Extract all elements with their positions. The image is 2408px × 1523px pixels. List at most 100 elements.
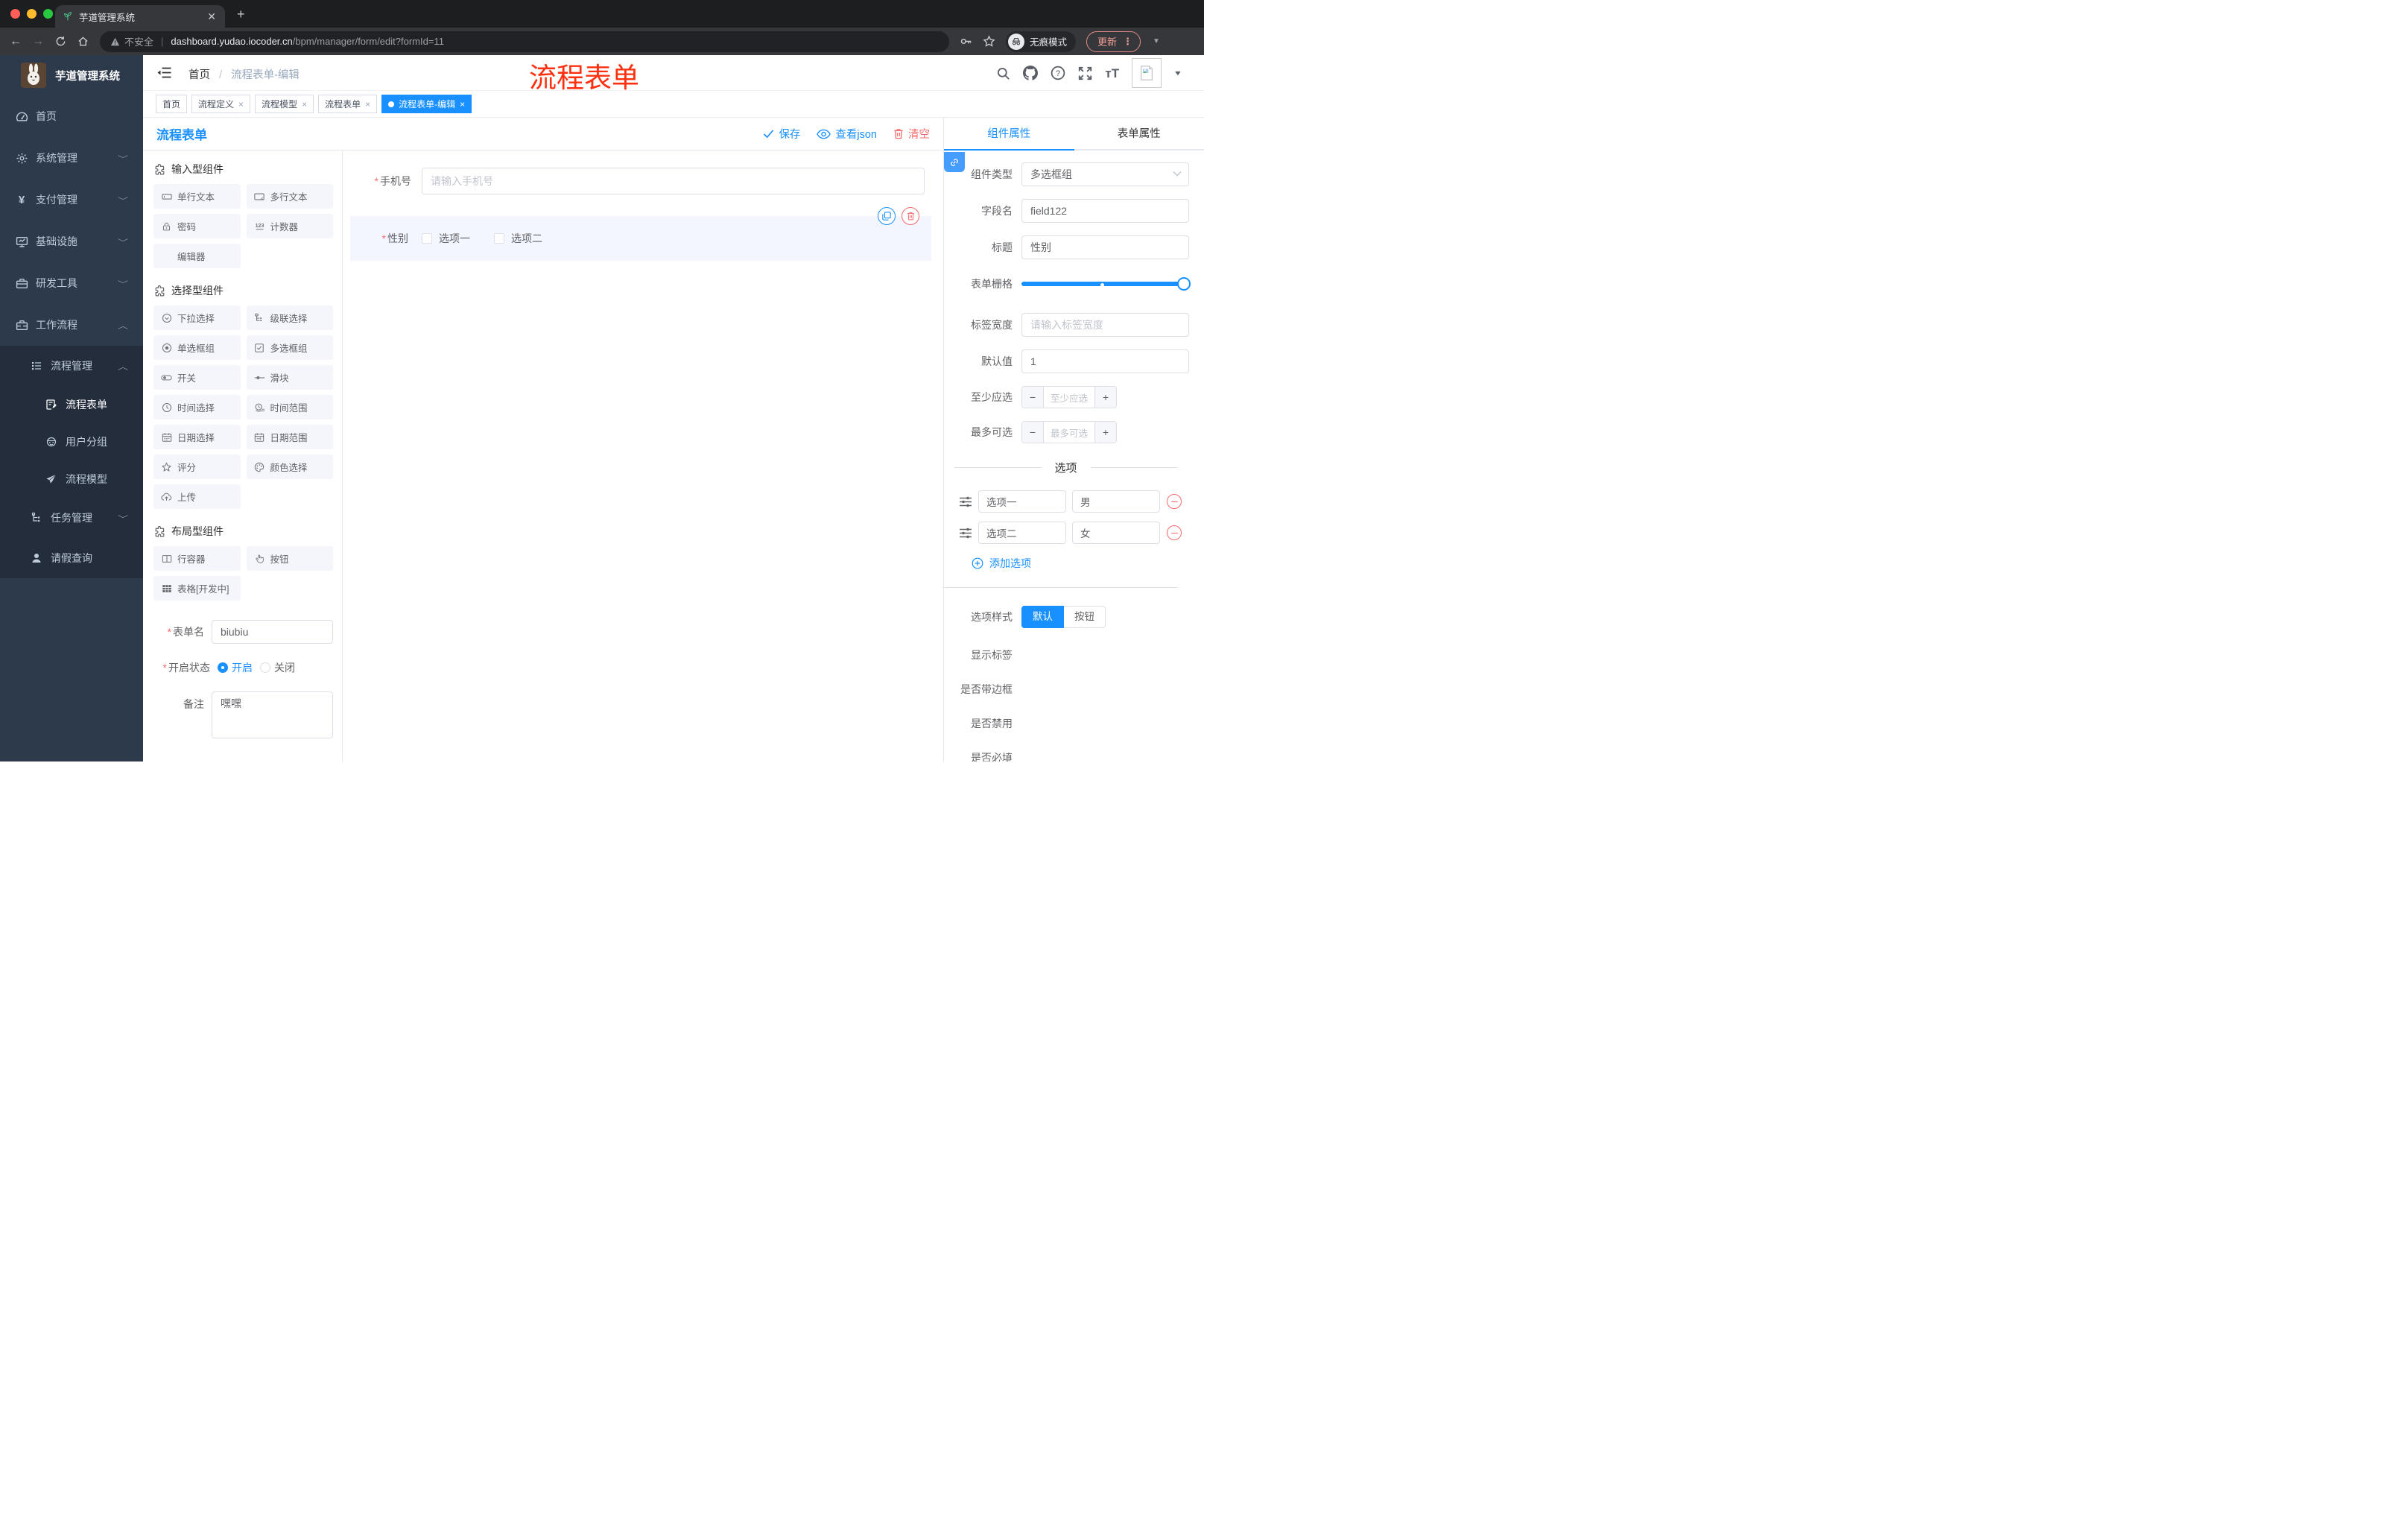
tag-close-icon[interactable]: ×: [302, 99, 307, 110]
user-avatar[interactable]: [1132, 58, 1162, 88]
palette-item-time-range[interactable]: 时间范围: [246, 395, 333, 419]
macos-traffic-lights[interactable]: [10, 9, 53, 19]
palette-item-time-picker[interactable]: 时间选择: [153, 395, 241, 419]
default-value-input[interactable]: [1021, 349, 1189, 373]
slider-handle[interactable]: [1177, 277, 1191, 291]
form-grid-slider[interactable]: [1021, 272, 1191, 296]
field-name-input[interactable]: [1021, 199, 1189, 223]
gender-checkbox-option1[interactable]: 选项一: [422, 231, 470, 246]
minimize-window-button[interactable]: [27, 9, 37, 19]
drag-handle-icon[interactable]: [959, 527, 972, 539]
palette-item-upload[interactable]: 上传: [153, 484, 241, 509]
palette-item-counter[interactable]: 123 计数器: [246, 214, 333, 238]
tag-process-form-edit[interactable]: 流程表单-编辑 ×: [381, 95, 472, 113]
password-key-icon[interactable]: [960, 35, 972, 48]
sidebar-item-leave-query[interactable]: 请假查询: [0, 538, 143, 578]
palette-item-password[interactable]: 密码: [153, 214, 241, 238]
form-remark-textarea[interactable]: 嘿嘿: [212, 691, 333, 738]
option-value-input[interactable]: [1072, 522, 1160, 544]
palette-item-date-range[interactable]: 日期范围: [246, 425, 333, 449]
stepper-minus-button[interactable]: −: [1022, 387, 1044, 408]
style-default-button[interactable]: 默认: [1021, 606, 1064, 628]
sidebar-item-user-group[interactable]: 用户分组: [0, 423, 143, 460]
canvas-field-phone[interactable]: * 手机号: [343, 168, 925, 194]
palette-item-cascader[interactable]: 级联选择: [246, 305, 333, 330]
sidebar-item-process-model[interactable]: 流程模型: [0, 460, 143, 498]
tab-component-props[interactable]: 组件属性: [944, 118, 1074, 151]
palette-item-editor[interactable]: 编辑器: [153, 244, 241, 268]
link-tab[interactable]: [944, 152, 965, 172]
collapse-sidebar-icon[interactable]: [157, 66, 171, 79]
url-bar[interactable]: 不安全 | dashboard.yudao.iocoder.cn/bpm/man…: [100, 31, 949, 52]
add-option-button[interactable]: 添加选项: [972, 556, 1189, 571]
maximize-window-button[interactable]: [43, 9, 53, 19]
remove-option-button[interactable]: [1167, 525, 1182, 540]
reload-icon[interactable]: [49, 36, 72, 47]
bookmark-star-icon[interactable]: [983, 35, 995, 48]
gender-checkbox-option2[interactable]: 选项二: [494, 231, 542, 246]
browser-menu-icon[interactable]: ⋮: [1123, 36, 1132, 48]
component-type-select[interactable]: [1021, 162, 1189, 186]
tab-close-icon[interactable]: ✕: [206, 10, 218, 23]
tag-home[interactable]: 首页: [156, 95, 188, 113]
palette-item-radio-group[interactable]: 单选框组: [153, 335, 241, 360]
palette-item-row-container[interactable]: 行容器: [153, 546, 241, 571]
canvas-field-gender-selected[interactable]: * 性别 选项一 选项二: [350, 207, 931, 261]
phone-input[interactable]: [422, 168, 925, 194]
help-icon[interactable]: ?: [1051, 66, 1065, 80]
option-value-input[interactable]: [1072, 490, 1160, 513]
status-radio-open[interactable]: 开启: [218, 660, 253, 675]
palette-item-slider[interactable]: 滑块: [246, 365, 333, 390]
save-button[interactable]: 保存: [763, 126, 800, 142]
close-window-button[interactable]: [10, 9, 20, 19]
browser-caret-icon[interactable]: ▼: [1153, 37, 1160, 45]
user-menu-caret-icon[interactable]: ▼: [1173, 69, 1183, 77]
fullscreen-icon[interactable]: [1078, 66, 1092, 80]
stepper-plus-button[interactable]: +: [1094, 422, 1116, 443]
style-button-button[interactable]: 按钮: [1064, 606, 1106, 628]
palette-item-button[interactable]: 按钮: [246, 546, 333, 571]
sidebar-item-task-mgmt[interactable]: 任务管理 ﹀: [0, 498, 143, 538]
breadcrumb-home[interactable]: 首页: [188, 69, 210, 81]
sidebar-item-devtools[interactable]: 研发工具 ﹀: [0, 262, 143, 304]
sidebar-item-payment[interactable]: ¥ 支付管理 ﹀: [0, 179, 143, 221]
label-width-input[interactable]: [1021, 313, 1189, 337]
view-json-button[interactable]: 查看json: [817, 126, 877, 142]
option-label-input[interactable]: [978, 522, 1066, 544]
palette-item-table[interactable]: 表格[开发中]: [153, 576, 241, 601]
copy-field-button[interactable]: [878, 207, 896, 225]
stepper-plus-button[interactable]: +: [1094, 387, 1116, 408]
browser-tab[interactable]: 芋道管理系统 ✕: [55, 5, 225, 28]
sidebar-item-process-form[interactable]: 流程表单: [0, 386, 143, 423]
sidebar-item-workflow[interactable]: 工作流程 ︿: [0, 304, 143, 346]
remove-option-button[interactable]: [1167, 494, 1182, 509]
palette-item-dropdown[interactable]: 下拉选择: [153, 305, 241, 330]
status-radio-closed[interactable]: 关闭: [260, 660, 295, 675]
home-icon[interactable]: [72, 36, 94, 47]
tab-form-props[interactable]: 表单属性: [1074, 118, 1205, 151]
tag-close-icon[interactable]: ×: [365, 99, 370, 110]
tag-process-form[interactable]: 流程表单 ×: [318, 95, 378, 113]
option-label-input[interactable]: [978, 490, 1066, 513]
clear-button[interactable]: 清空: [893, 126, 930, 142]
forward-icon[interactable]: →: [27, 35, 49, 48]
palette-item-rate[interactable]: 评分: [153, 455, 241, 479]
new-tab-button[interactable]: +: [237, 7, 245, 21]
back-icon[interactable]: ←: [4, 35, 27, 48]
form-name-input[interactable]: [212, 620, 333, 644]
font-size-icon[interactable]: ᴛT: [1105, 67, 1119, 80]
github-icon[interactable]: [1023, 66, 1039, 80]
tag-process-model[interactable]: 流程模型 ×: [255, 95, 314, 113]
search-icon[interactable]: [996, 66, 1010, 80]
delete-field-button[interactable]: [902, 207, 919, 225]
palette-item-date-picker[interactable]: 日期选择: [153, 425, 241, 449]
palette-item-switch[interactable]: 开关: [153, 365, 241, 390]
stepper-minus-button[interactable]: −: [1022, 422, 1044, 443]
tag-close-icon[interactable]: ×: [238, 99, 244, 110]
browser-update-button[interactable]: 更新 ⋮: [1086, 31, 1141, 52]
sidebar-item-home[interactable]: 首页: [0, 95, 143, 137]
palette-item-color-picker[interactable]: 颜色选择: [246, 455, 333, 479]
palette-item-single-text[interactable]: 单行文本: [153, 184, 241, 209]
drag-handle-icon[interactable]: [959, 495, 972, 508]
sidebar-item-system[interactable]: 系统管理 ﹀: [0, 137, 143, 179]
